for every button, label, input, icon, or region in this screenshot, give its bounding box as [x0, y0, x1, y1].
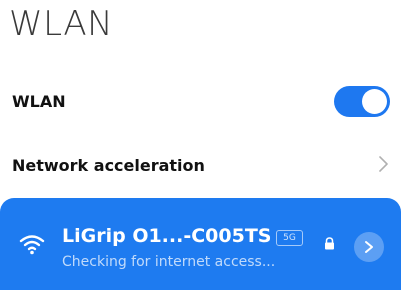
- page-title: WLAN: [9, 4, 114, 44]
- lock-icon: [325, 237, 334, 250]
- band-badge: 5G: [276, 230, 303, 246]
- network-details-button[interactable]: [354, 232, 384, 262]
- toggle-knob: [362, 89, 387, 114]
- chevron-right-icon: [379, 156, 388, 172]
- network-status: Checking for internet access...: [62, 254, 276, 270]
- network-name: LiGrip O1...-C005TS: [62, 225, 272, 247]
- network-acceleration-row[interactable]: Network acceleration: [0, 146, 401, 184]
- chevron-right-icon: [365, 241, 373, 253]
- network-acceleration-label: Network acceleration: [12, 155, 205, 175]
- wifi-icon: [19, 235, 45, 255]
- wlan-label: WLAN: [12, 91, 66, 111]
- wlan-toggle-switch[interactable]: [334, 86, 390, 117]
